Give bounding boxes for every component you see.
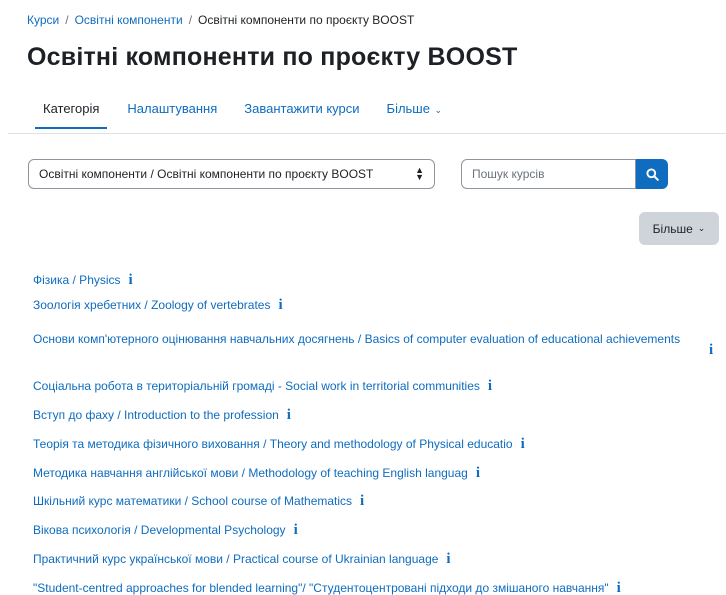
more-actions-button[interactable]: Більше ⌄ xyxy=(639,212,719,245)
tab-settings-label: Налаштування xyxy=(127,101,218,116)
info-icon[interactable]: i xyxy=(709,342,713,359)
course-link[interactable]: Практичний курс української мови / Pract… xyxy=(33,552,438,566)
list-item: Фізика / Physics i xyxy=(33,272,133,289)
more-actions-label: Більше xyxy=(652,221,693,236)
info-icon[interactable]: i xyxy=(521,436,525,453)
course-link[interactable]: Зоологія хребетних / Zoology of vertebra… xyxy=(33,298,270,312)
tab-settings[interactable]: Налаштування xyxy=(127,101,217,116)
breadcrumb-current: Освітні компоненти по проєкту BOOST xyxy=(198,13,415,27)
breadcrumb-separator: / xyxy=(188,13,193,27)
list-item: Шкільний курс математики / School course… xyxy=(33,493,364,510)
info-icon[interactable]: i xyxy=(360,493,364,510)
search-input[interactable] xyxy=(461,159,636,189)
tab-more-label: Більше xyxy=(386,101,430,116)
tab-upload-courses[interactable]: Завантажити курси xyxy=(244,101,359,116)
course-link[interactable]: Шкільний курс математики / School course… xyxy=(33,494,352,508)
page-title: Освітні компоненти по проєкту BOOST xyxy=(27,43,518,71)
category-select[interactable]: Освітні компоненти / Освітні компоненти … xyxy=(28,159,435,189)
tabs-divider xyxy=(8,133,726,134)
breadcrumb-link-courses[interactable]: Курси xyxy=(27,13,59,27)
list-item: Вступ до фаху / Introduction to the prof… xyxy=(33,407,291,424)
list-item: Вікова психологія / Developmental Psycho… xyxy=(33,522,298,539)
info-icon[interactable]: i xyxy=(129,272,133,289)
course-link[interactable]: Соціальна робота в територіальній громад… xyxy=(33,379,480,393)
info-icon[interactable]: i xyxy=(278,297,282,314)
info-icon[interactable]: i xyxy=(287,407,291,424)
course-link[interactable]: Фізика / Physics xyxy=(33,273,121,287)
course-link[interactable]: Теорія та методика фізичного виховання /… xyxy=(33,437,513,451)
course-link[interactable]: Вікова психологія / Developmental Psycho… xyxy=(33,523,286,537)
list-item: Зоологія хребетних / Zoology of vertebra… xyxy=(33,297,283,314)
list-item: Практичний курс української мови / Pract… xyxy=(33,551,451,568)
chevron-down-icon: ⌄ xyxy=(431,105,443,115)
list-item: Соціальна робота в територіальній громад… xyxy=(33,378,492,395)
info-icon[interactable]: i xyxy=(476,465,480,482)
tab-upload-courses-label: Завантажити курси xyxy=(244,101,360,116)
breadcrumb-link-educational-components[interactable]: Освітні компоненти xyxy=(75,13,183,27)
info-icon[interactable]: i xyxy=(488,378,492,395)
select-arrows-icon: ▲ ▼ xyxy=(415,165,424,182)
tab-category-label: Категорія xyxy=(43,101,100,116)
course-search xyxy=(461,159,668,189)
course-link[interactable]: Методика навчання англійської мови / Met… xyxy=(33,466,468,480)
list-item: Теорія та методика фізичного виховання /… xyxy=(33,436,525,453)
list-item: "Student-centred approaches for blended … xyxy=(33,580,621,595)
list-item: Методика навчання англійської мови / Met… xyxy=(33,465,480,482)
course-link[interactable]: Основи комп'ютерного оцінювання навчальн… xyxy=(33,332,680,346)
info-icon[interactable]: i xyxy=(446,551,450,568)
course-link[interactable]: "Student-centred approaches for blended … xyxy=(33,581,609,595)
category-select-value: Освітні компоненти / Освітні компоненти … xyxy=(39,167,374,181)
tab-category[interactable]: Категорія xyxy=(27,101,108,129)
search-button[interactable] xyxy=(636,159,668,189)
secondary-navigation: Категорія Налаштування Завантажити курси… xyxy=(27,101,469,129)
list-item: Основи комп'ютерного оцінювання навчальн… xyxy=(33,330,683,349)
course-link[interactable]: Вступ до фаху / Introduction to the prof… xyxy=(33,408,279,422)
chevron-down-icon: ⌄ xyxy=(697,223,706,233)
breadcrumb-separator: / xyxy=(65,13,69,27)
search-icon xyxy=(645,167,659,181)
tab-more[interactable]: Більше ⌄ xyxy=(387,101,442,116)
breadcrumb: Курси / Освітні компоненти / Освітні компоне… xyxy=(27,13,414,27)
info-icon[interactable]: i xyxy=(294,522,298,539)
info-icon[interactable]: i xyxy=(617,580,621,595)
